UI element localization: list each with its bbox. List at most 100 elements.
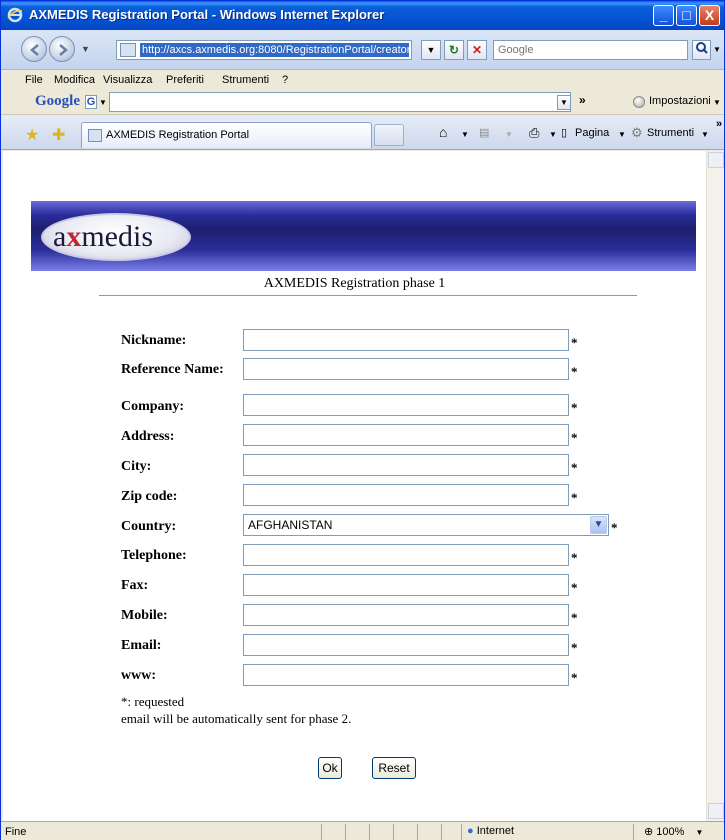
- mobile-required-marker: *: [571, 610, 578, 625]
- menu-preferiti[interactable]: Preferiti: [166, 74, 204, 86]
- email-required-marker: *: [571, 640, 578, 655]
- company-label: Company:: [121, 399, 185, 414]
- close-button[interactable]: X: [699, 5, 720, 26]
- status-bar: Fine ● Internet ⊕ 100% ▼: [1, 821, 724, 840]
- print-dropdown[interactable]: ▼: [549, 130, 557, 139]
- scroll-up-arrow-icon[interactable]: [708, 152, 724, 168]
- country-select[interactable]: AFGHANISTAN ▼: [243, 514, 609, 536]
- scroll-down-arrow-icon[interactable]: [708, 803, 724, 819]
- chevron-down-icon[interactable]: ▼: [590, 516, 607, 534]
- country-required-marker: *: [611, 520, 618, 535]
- forward-button[interactable]: [49, 36, 75, 62]
- status-text: Fine: [5, 826, 27, 838]
- reference-name-input[interactable]: [243, 358, 569, 380]
- page-icon: ▯: [561, 127, 568, 139]
- new-tab-button[interactable]: [374, 124, 404, 146]
- toolbar-overflow-chevron-icon[interactable]: »: [579, 93, 586, 107]
- tools-menu-button[interactable]: Strumenti: [647, 127, 694, 139]
- zoom-label: 100%: [656, 826, 685, 838]
- tools-gear-icon: ⚙: [631, 125, 643, 140]
- status-separator: [393, 824, 394, 840]
- search-options-dropdown[interactable]: ▼: [713, 45, 721, 54]
- nickname-input[interactable]: [243, 329, 569, 351]
- command-overflow-chevron-icon[interactable]: »: [716, 118, 722, 130]
- status-separator: [369, 824, 370, 840]
- company-input[interactable]: [243, 394, 569, 416]
- menu-strumenti[interactable]: Strumenti: [222, 74, 269, 86]
- axmedis-banner: axmedis: [31, 201, 696, 271]
- status-separator: [461, 824, 462, 840]
- zip-code-input[interactable]: [243, 484, 569, 506]
- menu-modifica[interactable]: Modifica: [54, 74, 95, 86]
- globe-icon: ●: [467, 825, 474, 837]
- tools-menu-dropdown[interactable]: ▼: [701, 130, 709, 139]
- telephone-label: Telephone:: [121, 548, 187, 563]
- page-menu-button[interactable]: Pagina: [575, 127, 609, 139]
- nickname-required-marker: *: [571, 335, 578, 350]
- feeds-icon[interactable]: ▤: [479, 126, 489, 139]
- vertical-scrollbar[interactable]: [706, 151, 724, 821]
- city-input[interactable]: [243, 454, 569, 476]
- menu-help[interactable]: ?: [282, 74, 288, 86]
- google-search-input[interactable]: [110, 93, 580, 111]
- browser-window: AXMEDIS Registration Portal - Windows In…: [0, 0, 725, 840]
- reset-button[interactable]: Reset: [372, 757, 416, 779]
- address-field[interactable]: http://axcs.axmedis.org:8080/Registratio…: [116, 40, 412, 60]
- status-separator: [633, 824, 634, 840]
- stop-button[interactable]: ✕: [467, 40, 487, 60]
- google-menu-dropdown[interactable]: ▼: [99, 98, 107, 107]
- status-separator: [345, 824, 346, 840]
- email-label: Email:: [121, 638, 162, 653]
- reference-name-label: Reference Name:: [121, 362, 224, 377]
- mobile-label: Mobile:: [121, 608, 168, 623]
- address-dropdown-button[interactable]: ▼: [421, 40, 441, 60]
- home-dropdown[interactable]: ▼: [461, 130, 469, 139]
- telephone-required-marker: *: [571, 550, 578, 565]
- nickname-label: Nickname:: [121, 333, 187, 348]
- google-logo[interactable]: Google: [35, 93, 80, 110]
- google-search-dropdown[interactable]: ▼: [557, 95, 571, 110]
- page-title: AXMEDIS Registration phase 1: [263, 276, 446, 291]
- maximize-button[interactable]: □: [676, 5, 697, 26]
- print-icon[interactable]: ⎙: [529, 125, 539, 141]
- menu-file[interactable]: File: [25, 74, 43, 86]
- telephone-input[interactable]: [243, 544, 569, 566]
- email-input[interactable]: [243, 634, 569, 656]
- tab-axmedis-registration[interactable]: AXMEDIS Registration Portal: [81, 122, 372, 148]
- search-box[interactable]: [493, 40, 688, 60]
- feeds-dropdown[interactable]: ▼: [505, 130, 513, 139]
- title-bar[interactable]: AXMEDIS Registration Portal - Windows In…: [1, 1, 724, 30]
- mobile-input[interactable]: [243, 604, 569, 626]
- address-input[interactable]: [243, 424, 569, 446]
- recent-pages-dropdown[interactable]: ▼: [81, 44, 90, 54]
- city-required-marker: *: [571, 460, 578, 475]
- search-input[interactable]: [494, 41, 684, 59]
- settings-dropdown[interactable]: ▼: [713, 98, 721, 107]
- favorites-star-icon[interactable]: ★: [25, 125, 39, 145]
- www-input[interactable]: [243, 664, 569, 686]
- page-menu-dropdown[interactable]: ▼: [618, 130, 626, 139]
- back-button[interactable]: [21, 36, 47, 62]
- status-separator: [321, 824, 322, 840]
- address-bar-row: ▼ http://axcs.axmedis.org:8080/Registrat…: [1, 30, 724, 70]
- menu-bar: File Modifica Visualizza Preferiti Strum…: [1, 71, 724, 89]
- zoom-icon: ⊕: [644, 826, 654, 838]
- menu-visualizza[interactable]: Visualizza: [103, 74, 152, 86]
- zoom-level[interactable]: ⊕ 100% ▼: [644, 825, 703, 838]
- security-zone[interactable]: ● Internet: [467, 825, 514, 837]
- minimize-button[interactable]: _: [653, 5, 674, 26]
- url-text[interactable]: http://axcs.axmedis.org:8080/Registratio…: [140, 43, 409, 57]
- home-icon[interactable]: ⌂: [439, 124, 447, 140]
- www-required-marker: *: [571, 670, 578, 685]
- search-icon: [695, 42, 708, 54]
- google-g-icon[interactable]: G: [85, 95, 97, 109]
- settings-button[interactable]: Impostazioni: [649, 95, 711, 107]
- ok-button[interactable]: Ok: [318, 757, 342, 779]
- fax-input[interactable]: [243, 574, 569, 596]
- refresh-button[interactable]: ↻: [444, 40, 464, 60]
- zoom-dropdown[interactable]: ▼: [695, 828, 703, 837]
- country-selected-value: AFGHANISTAN: [248, 518, 333, 532]
- add-favorite-icon[interactable]: ✚: [52, 125, 65, 145]
- google-search-field[interactable]: [109, 92, 580, 112]
- search-button[interactable]: [692, 40, 711, 60]
